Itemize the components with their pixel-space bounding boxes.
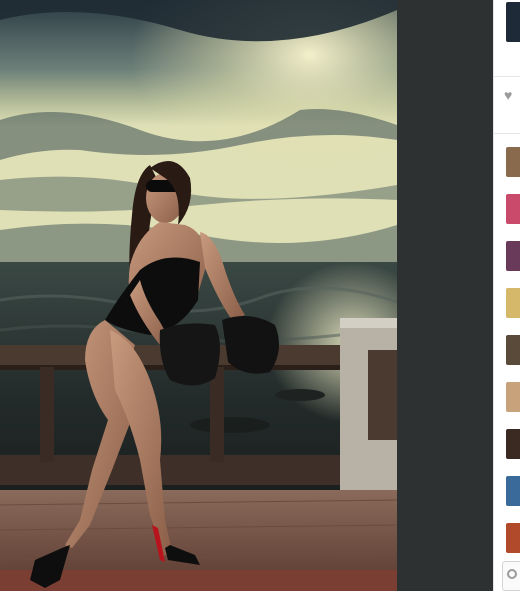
divider <box>494 133 520 134</box>
heart-icon[interactable]: ♥ <box>504 88 518 102</box>
post-sidebar: ♥ <box>493 0 520 591</box>
liker-avatar[interactable] <box>506 476 520 506</box>
post-photo[interactable] <box>0 0 397 591</box>
liker-avatar[interactable] <box>506 335 520 365</box>
author-avatar[interactable] <box>506 2 520 42</box>
liker-avatar[interactable] <box>506 241 520 271</box>
liker-avatar[interactable] <box>506 429 520 459</box>
lightbox-backdrop <box>397 0 493 591</box>
liker-avatar[interactable] <box>506 382 520 412</box>
divider <box>494 76 520 77</box>
liker-avatar[interactable] <box>506 147 520 177</box>
liker-avatar[interactable] <box>506 288 520 318</box>
comment-icon <box>507 569 517 579</box>
liker-avatar[interactable] <box>506 194 520 224</box>
comment-box[interactable] <box>502 561 520 591</box>
liker-avatar[interactable] <box>506 523 520 553</box>
